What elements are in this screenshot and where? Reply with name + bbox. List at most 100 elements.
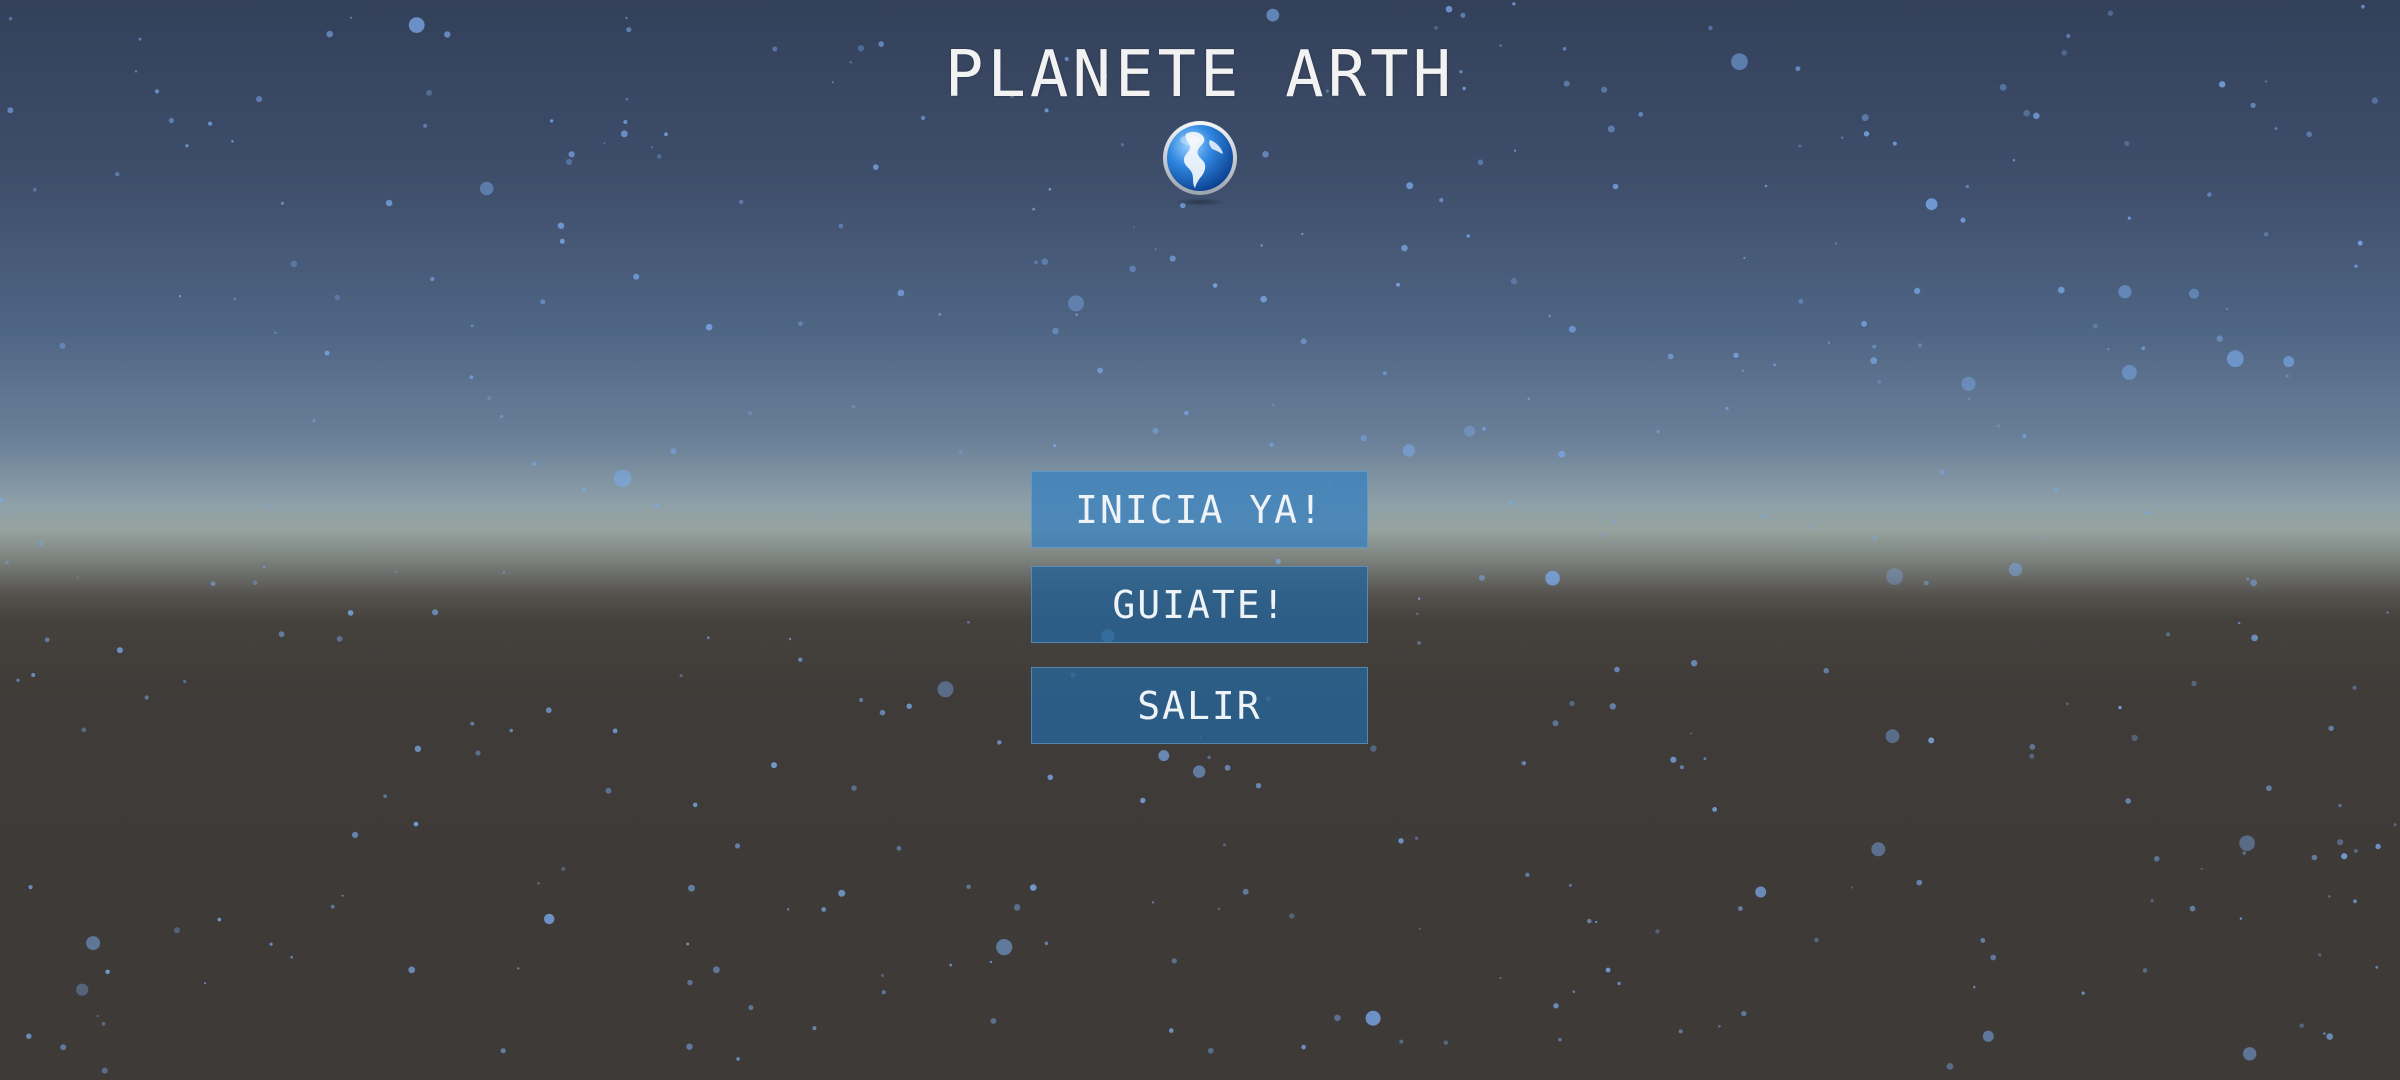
snow-particle	[115, 172, 120, 177]
snow-particle	[1266, 8, 1280, 22]
snow-particle	[1479, 574, 1485, 581]
snow-particle	[347, 610, 354, 616]
snow-particle	[2061, 50, 2067, 56]
snow-particle	[500, 415, 504, 418]
snow-particle	[747, 411, 753, 416]
snow-particle	[736, 1057, 740, 1061]
snow-particle	[1670, 756, 1677, 763]
snow-particle	[2250, 102, 2256, 108]
snow-particle	[2242, 851, 2246, 855]
snow-particle	[1814, 937, 1819, 943]
snow-particle	[2118, 705, 2122, 710]
snow-particle	[821, 907, 827, 912]
snow-particle	[798, 321, 803, 326]
snow-particle	[582, 487, 586, 492]
snow-particle	[2354, 264, 2358, 268]
snow-particle	[1482, 426, 1486, 431]
snow-particle	[2207, 192, 2212, 197]
snow-particle	[1967, 397, 1971, 400]
snow-particle	[1242, 888, 1249, 895]
snow-particle	[688, 884, 695, 892]
snow-particle	[1300, 338, 1307, 345]
snow-particle	[1595, 920, 1598, 924]
start-game-button[interactable]: INICIA YA!	[1031, 471, 1368, 548]
snow-particle	[1614, 666, 1620, 673]
snow-particle	[705, 323, 713, 331]
snow-particle	[2246, 577, 2250, 581]
snow-particle	[838, 223, 844, 229]
snow-particle	[859, 697, 864, 703]
snow-particle	[537, 882, 540, 885]
snow-particle	[881, 990, 886, 995]
snow-particle	[1417, 641, 1421, 645]
snow-particle	[1171, 958, 1177, 964]
snow-particle	[1761, 514, 1766, 519]
snow-particle	[26, 1033, 32, 1039]
snow-particle	[2107, 348, 2110, 351]
snow-particle	[509, 728, 513, 733]
snow-particle	[1260, 295, 1267, 303]
snow-particle	[633, 273, 640, 280]
snow-particle	[2250, 579, 2258, 587]
snow-particle	[1738, 906, 1743, 911]
snow-particle	[1418, 597, 1421, 600]
snow-particle	[2058, 286, 2065, 294]
snow-particle	[274, 331, 277, 334]
snow-particle	[1047, 774, 1054, 781]
exit-button[interactable]: SALIR	[1031, 667, 1368, 744]
snow-particle	[1030, 884, 1037, 891]
snow-particle	[1599, 533, 1604, 538]
snow-particle	[920, 115, 926, 121]
snow-particle	[1399, 1039, 1404, 1044]
snow-particle	[1289, 913, 1295, 919]
snow-particle	[857, 45, 865, 52]
snow-particle	[2393, 823, 2397, 827]
snow-particle	[1466, 234, 1470, 238]
snow-particle	[2323, 1032, 2326, 1035]
snow-particle	[1301, 1044, 1306, 1050]
snow-particle	[168, 117, 175, 124]
snow-particle	[32, 187, 37, 192]
snow-particle	[264, 503, 267, 506]
snow-particle	[826, 515, 829, 518]
snow-particle	[2145, 510, 2150, 515]
snow-particle	[1741, 369, 1744, 372]
snow-particle	[1795, 66, 1801, 72]
snow-particle	[183, 679, 187, 684]
snow-particle	[265, 506, 270, 510]
snow-particle	[408, 17, 425, 33]
snow-particle	[1691, 660, 1698, 667]
snow-particle	[2023, 109, 2030, 117]
snow-particle	[1525, 872, 1530, 877]
snow-particle	[738, 199, 744, 205]
snow-particle	[408, 966, 416, 974]
snow-particle	[1764, 184, 1768, 188]
snow-particle	[1841, 136, 1844, 139]
snow-particle	[2226, 350, 2244, 368]
guide-button[interactable]: GUIATE!	[1031, 566, 1368, 643]
snow-particle	[2052, 487, 2059, 493]
snow-particle	[654, 503, 660, 509]
snow-particle	[1946, 1063, 1954, 1070]
snow-particle	[1401, 244, 1408, 252]
snow-particle	[278, 631, 285, 638]
snow-particle	[838, 889, 846, 897]
snow-particle	[262, 565, 266, 569]
snow-particle	[1916, 879, 1923, 886]
exit-button-label: SALIR	[1137, 683, 1262, 728]
snow-particle	[1041, 258, 1049, 266]
snow-particle	[101, 1022, 106, 1026]
snow-particle	[1406, 182, 1414, 190]
snow-particle	[1572, 990, 1576, 993]
snow-particle	[2118, 285, 2132, 299]
snow-particle	[1612, 183, 1619, 190]
snow-particle	[2225, 307, 2229, 311]
snow-particle	[949, 963, 952, 967]
snow-particle	[1158, 750, 1170, 762]
snow-particle	[1638, 112, 1644, 117]
snow-particle	[771, 762, 777, 769]
snow-particle	[1032, 207, 1036, 211]
snow-particle	[1923, 580, 1929, 586]
snow-particle	[2326, 1033, 2333, 1040]
snow-particle	[2066, 33, 2071, 39]
